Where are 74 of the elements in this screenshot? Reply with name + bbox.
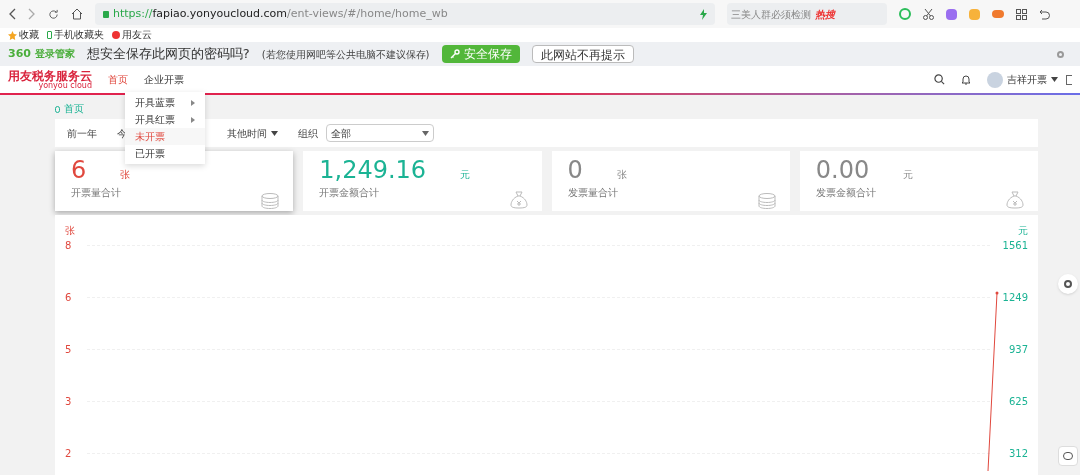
right-axis-unit: 元 [1018, 224, 1028, 238]
bookmark[interactable]: 收藏 [8, 30, 39, 40]
coin-stack-icon [757, 193, 776, 209]
other-time-option[interactable]: 其他时间 [227, 125, 278, 141]
bookmark[interactable]: 用友云 [112, 30, 152, 40]
lightning-icon[interactable] [700, 8, 707, 20]
hot-search-label: 热搜 [815, 7, 835, 22]
caret-icon [1051, 77, 1058, 82]
undo-icon[interactable] [1039, 8, 1050, 20]
phone-icon [47, 31, 52, 39]
stat-unit: 元 [902, 168, 914, 182]
search-icon[interactable] [934, 74, 945, 85]
menu-item[interactable]: 已开票 [125, 145, 205, 162]
logo-subtitle: yonyou cloud [38, 81, 92, 90]
fullscreen-icon[interactable] [1066, 74, 1072, 85]
menu-item[interactable]: 开具红票 [125, 111, 205, 128]
org-select[interactable]: 全部 [326, 124, 434, 142]
right-axis-tick: 312 [1007, 447, 1028, 461]
left-axis-tick: 5 [65, 343, 73, 357]
password-question: 想安全保存此网页的密码吗? [86, 45, 250, 64]
right-axis-tick: 937 [1007, 343, 1028, 357]
stat-value: 0 [567, 155, 583, 185]
password-note: (若您使用网吧等公共电脑不建议保存) [261, 47, 430, 62]
star-icon [8, 30, 17, 40]
lock-icon [103, 10, 109, 18]
brand-logo: 360 登录管家 [8, 45, 75, 62]
caret-icon [422, 130, 429, 136]
right-axis-tick: 625 [1007, 395, 1028, 409]
bookmark[interactable]: 手机收藏夹 [47, 30, 104, 40]
reload-icon[interactable] [48, 8, 59, 20]
address-bar[interactable]: https://fapiao.yonyoucloud.com/ent-views/#/home/home_wb [95, 3, 715, 25]
menu-item[interactable]: 未开票 [125, 128, 205, 145]
scissors-icon[interactable] [923, 8, 934, 20]
bell-icon[interactable] [961, 74, 971, 85]
settings-icon[interactable] [1057, 50, 1064, 58]
left-axis-tick: 6 [65, 291, 73, 305]
stat-label: 开票金额合计 [319, 186, 381, 200]
submenu-arrow-icon [191, 116, 195, 123]
never-prompt-button[interactable]: 此网站不再提示 [531, 45, 634, 63]
left-axis-tick: 2 [65, 447, 73, 461]
stat-label: 发票金额合计 [815, 186, 877, 200]
stat-unit: 张 [615, 168, 627, 182]
period-option[interactable]: 前一年 [67, 125, 97, 141]
left-axis-unit: 张 [65, 224, 75, 238]
stat-label: 发票量合计 [567, 186, 619, 200]
back-icon[interactable] [8, 8, 16, 20]
stat-value: 1,249.16 [319, 155, 427, 185]
nav-tab[interactable]: 企业开票 [144, 72, 184, 87]
caret-icon [271, 130, 278, 136]
money-bag-icon [1006, 191, 1024, 209]
search-field[interactable]: 三美人群必须检测 热搜 [727, 3, 887, 25]
grid-icon[interactable] [1016, 8, 1027, 20]
floating-message-button[interactable] [1058, 446, 1078, 466]
stat-label: 开票量合计 [71, 186, 122, 200]
nav-tab[interactable]: 首页 [108, 72, 128, 87]
right-axis-tick: 1561 [1002, 239, 1028, 253]
home-icon[interactable] [71, 8, 83, 20]
url-text: https://fapiao.yonyoucloud.com/ent-views/#/home/home_wb [113, 5, 448, 22]
stat-unit: 元 [459, 168, 471, 182]
menu-item[interactable]: 开具蓝票 [125, 94, 205, 111]
site-icon [112, 31, 120, 39]
left-axis-tick: 8 [65, 239, 73, 253]
stat-value: 0.00 [815, 155, 870, 185]
coin-stack-icon [261, 193, 280, 209]
app-logo: 用友税务服务云 [8, 69, 92, 82]
stat-value: 6 [71, 155, 87, 185]
money-bag-icon [509, 191, 528, 209]
user-menu[interactable]: 吉祥开票 [1007, 72, 1058, 87]
submenu-arrow-icon [191, 99, 195, 106]
left-axis-tick: 3 [65, 395, 73, 409]
right-axis-tick: 1249 [1002, 291, 1028, 305]
stat-unit: 张 [119, 168, 131, 182]
key-icon [449, 49, 460, 59]
org-label: 组织 [298, 126, 318, 141]
